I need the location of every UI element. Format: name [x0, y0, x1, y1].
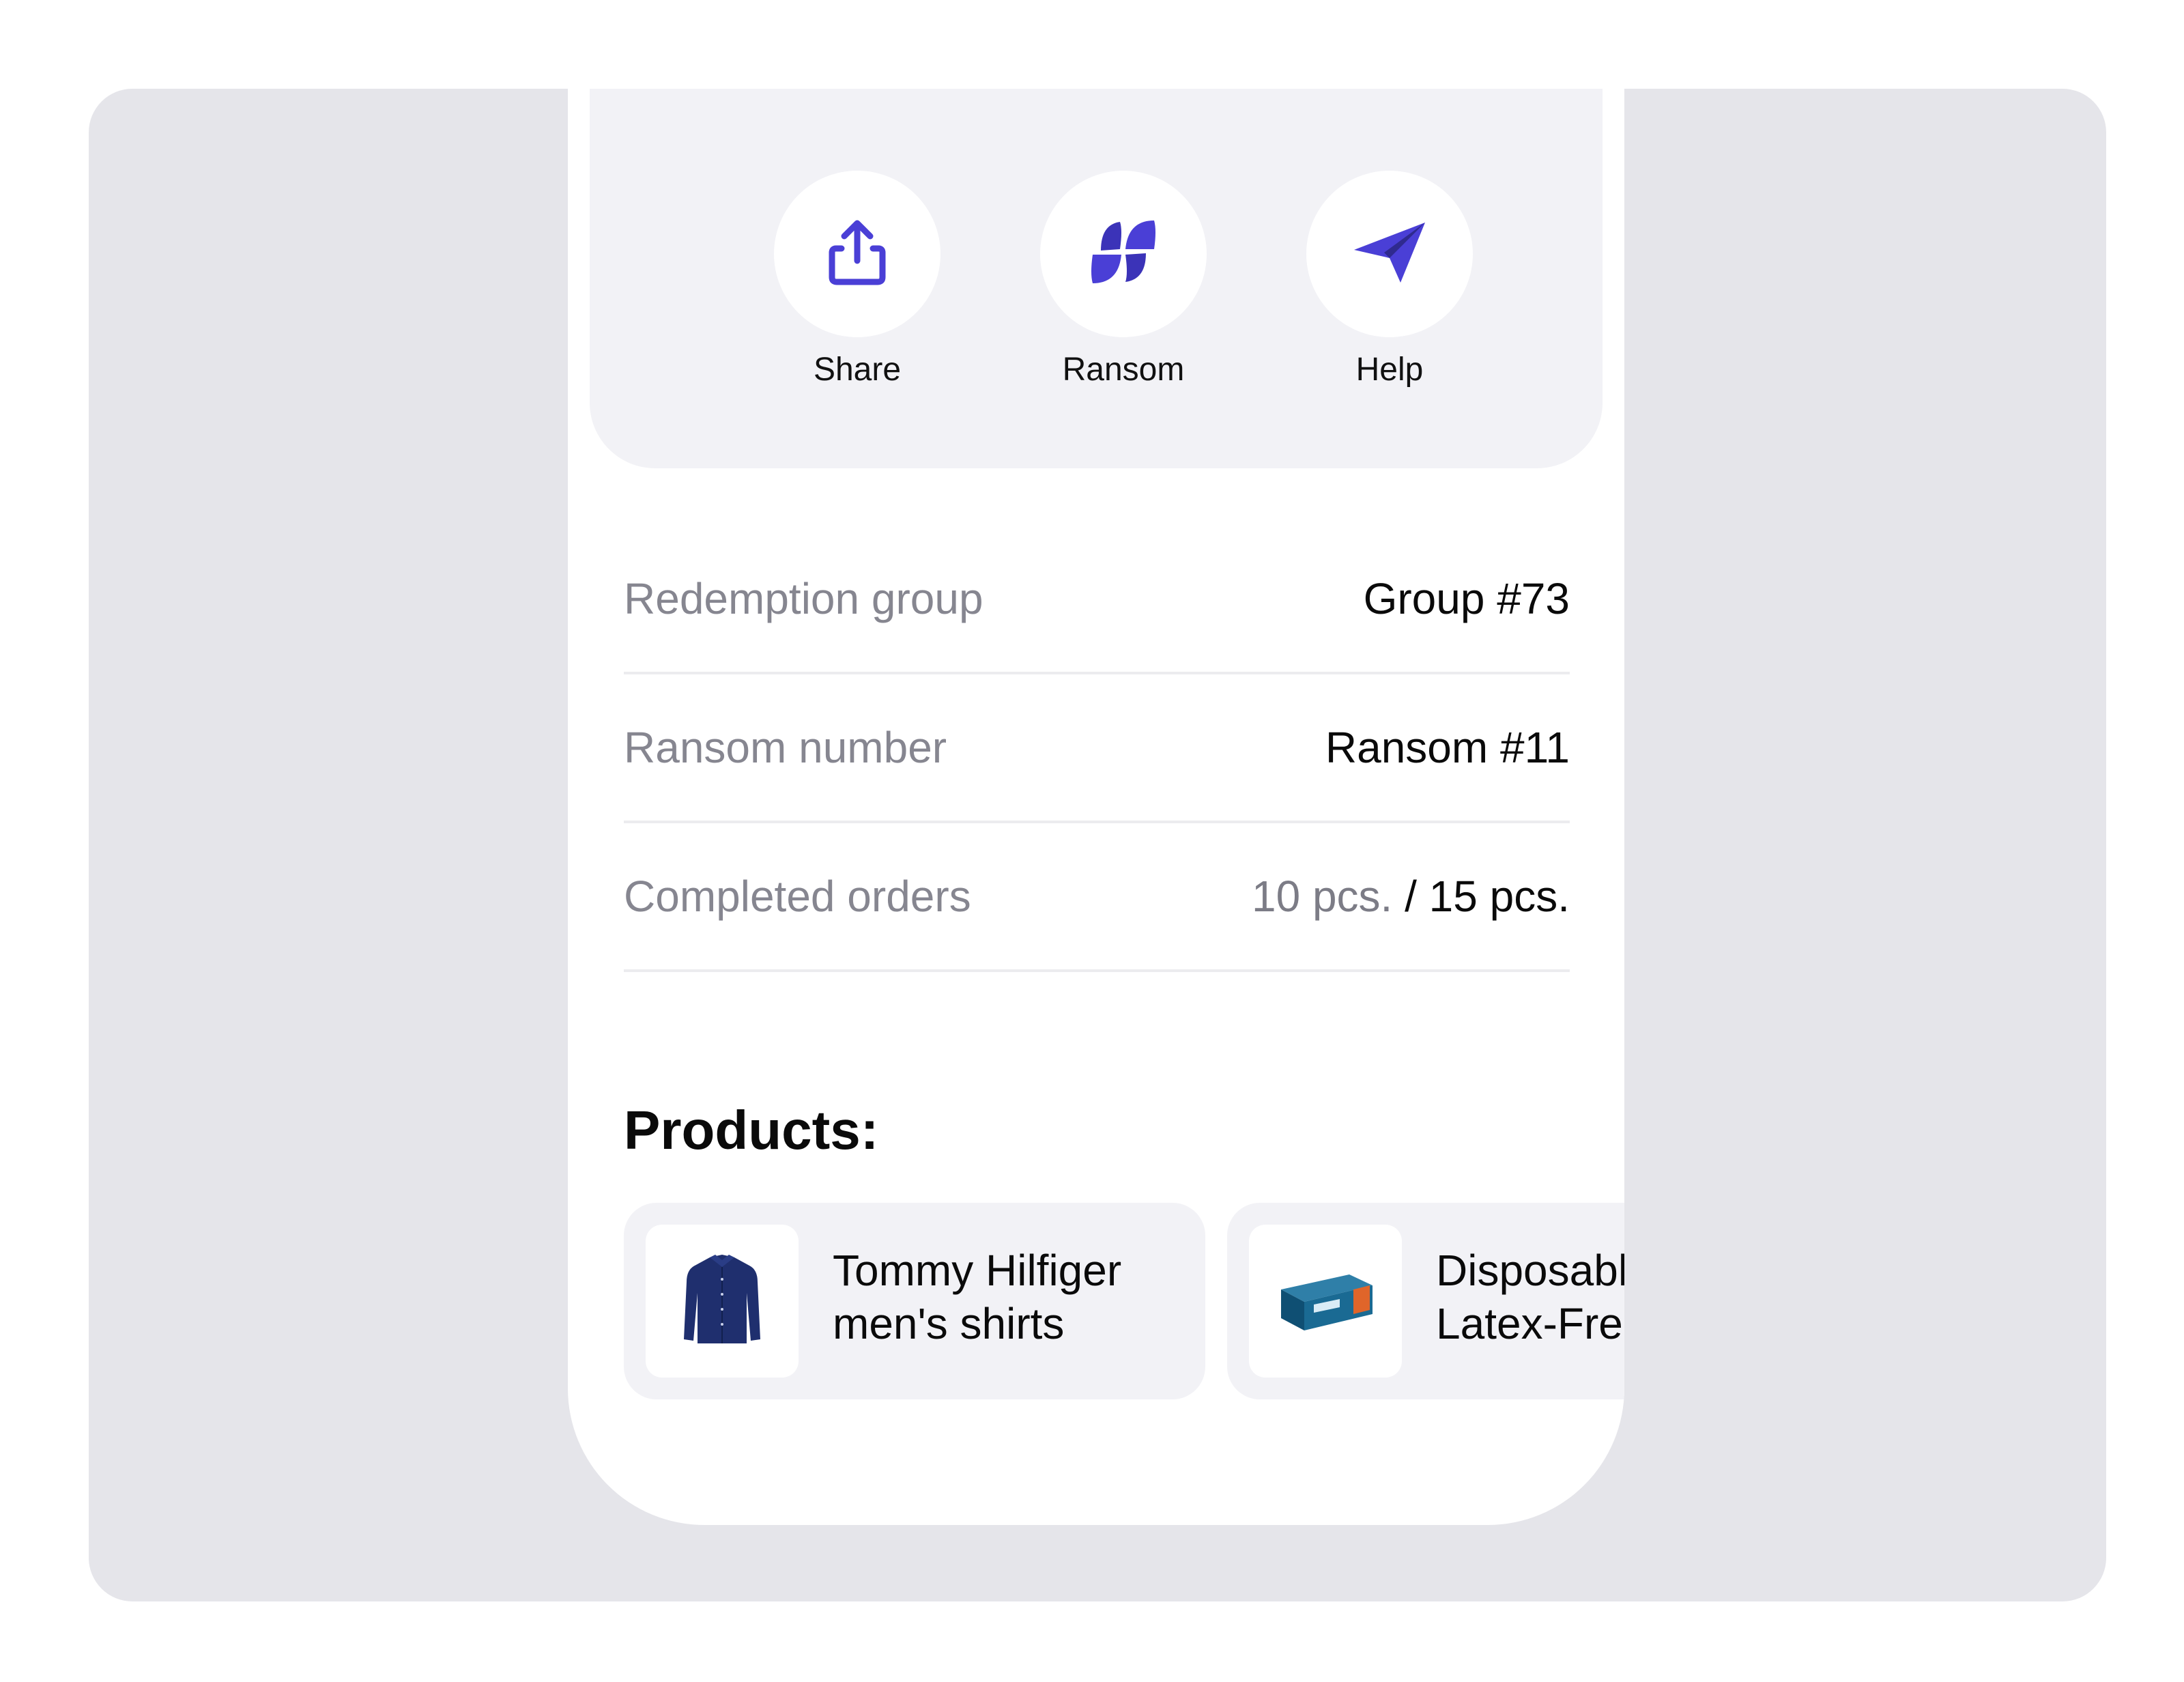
redemption-group-value: Group #73 — [1363, 574, 1570, 623]
ransom-action[interactable]: Ransom — [1007, 171, 1239, 390]
product-name: Disposable Latex-Free — [1436, 1246, 1624, 1348]
share-action[interactable]: Share — [741, 171, 973, 390]
ransom-number-label: Ransom number — [624, 723, 947, 772]
ransom-number-row: Ransom number Ransom #11 — [624, 674, 1570, 823]
paper-plane-icon — [1351, 218, 1428, 290]
redemption-group-row: Redemption group Group #73 — [624, 526, 1570, 674]
ransom-button[interactable] — [1040, 171, 1207, 337]
help-label: Help — [1355, 352, 1424, 388]
completed-orders-done: 10 pcs. — [1251, 872, 1393, 921]
help-action[interactable]: Help — [1274, 171, 1506, 390]
redemption-group-label: Redemption group — [624, 574, 983, 623]
product-card[interactable]: Tommy Hilfiger men's shirts — [624, 1203, 1205, 1399]
gloves-box-icon — [1274, 1262, 1377, 1341]
phone-screen: Share Ransom Help Redemption group Group… — [568, 89, 1624, 1525]
details-list: Redemption group Group #73 Ransom number… — [624, 526, 1570, 972]
share-icon — [827, 218, 888, 290]
shirt-icon — [681, 1252, 763, 1351]
product-card[interactable]: Disposable Latex-Free — [1227, 1203, 1624, 1399]
actions-panel: Share Ransom Help — [590, 89, 1603, 468]
help-button[interactable] — [1306, 171, 1473, 337]
share-label: Share — [813, 352, 902, 388]
share-button[interactable] — [774, 171, 940, 337]
product-name: Tommy Hilfiger men's shirts — [833, 1246, 1122, 1348]
product-image — [646, 1225, 799, 1378]
completed-orders-separator: / — [1392, 872, 1429, 921]
products-title: Products: — [624, 1100, 879, 1160]
ransom-leaf-icon — [1086, 215, 1161, 294]
completed-orders-total: 15 pcs. — [1428, 872, 1570, 921]
product-image — [1249, 1225, 1402, 1378]
ransom-label: Ransom — [1062, 352, 1185, 388]
completed-orders-value: 10 pcs. / 15 pcs. — [1252, 871, 1570, 922]
completed-orders-row: Completed orders 10 pcs. / 15 pcs. — [624, 823, 1570, 972]
backdrop: Share Ransom Help Redemption group Group… — [89, 89, 2106, 1601]
ransom-number-value: Ransom #11 — [1325, 723, 1570, 772]
completed-orders-label: Completed orders — [624, 872, 971, 921]
